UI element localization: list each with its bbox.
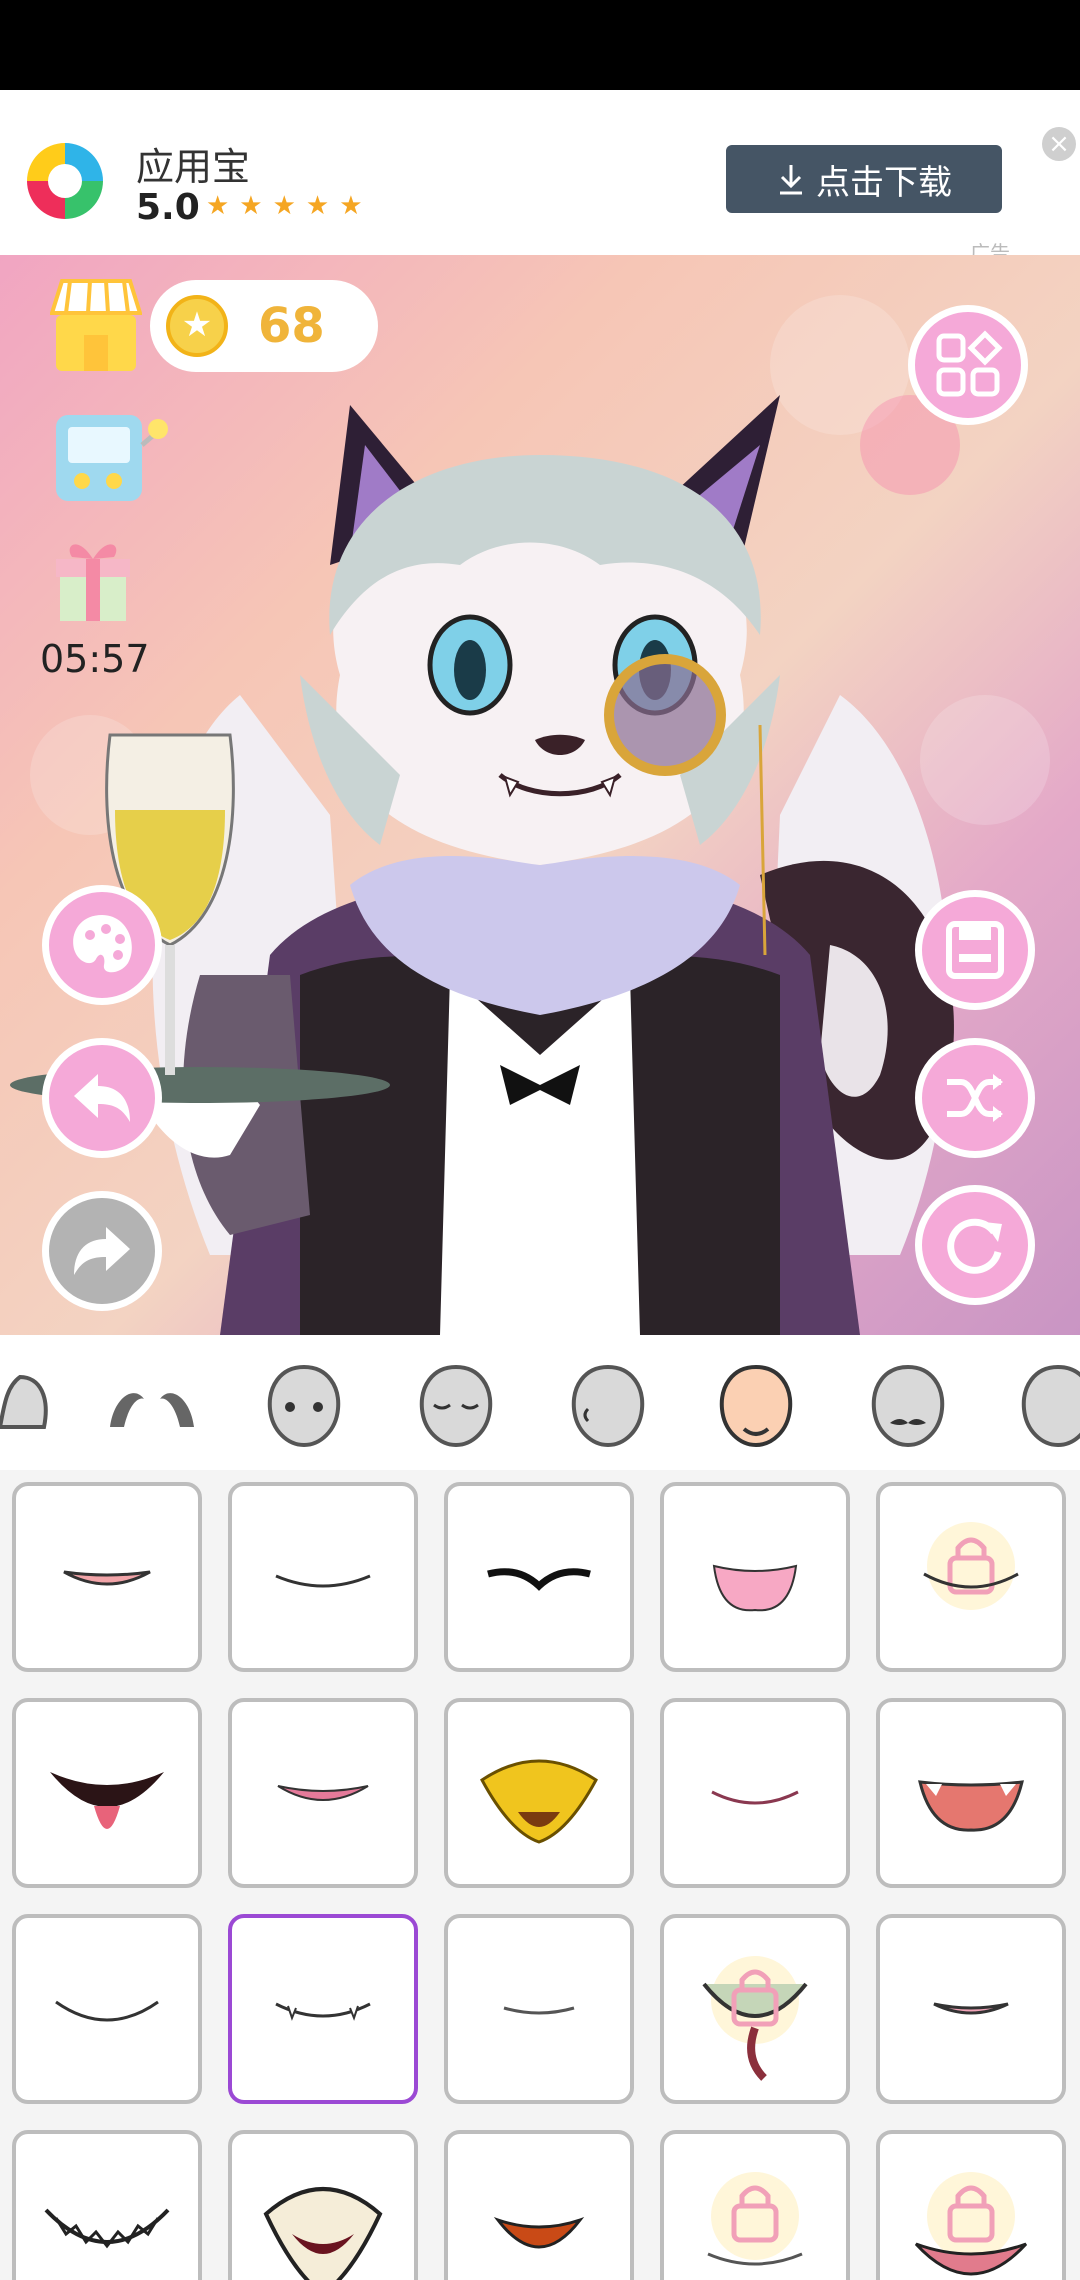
mouth-option-icon: [493, 2216, 585, 2249]
grid-item[interactable]: [228, 2130, 418, 2280]
ad-download-label: 点击下载: [816, 162, 952, 203]
ad-rating: 5.0: [136, 187, 200, 228]
palette-icon[interactable]: [42, 885, 162, 1005]
tab-face[interactable]: [256, 1357, 352, 1453]
reset-glyph: [947, 1218, 1002, 1274]
shop-icon[interactable]: [50, 275, 142, 375]
mouth-option-icon: [44, 2208, 170, 2249]
palette-glyph: [73, 915, 132, 973]
face-skin-category-icon: [719, 1364, 793, 1448]
shuffle-glyph: [947, 1074, 1003, 1122]
mouth-option-icon: [50, 1772, 164, 1829]
grid-item[interactable]: [660, 1698, 850, 1888]
item-grid: [0, 1470, 1080, 2280]
save-glyph: [946, 921, 1004, 979]
undo-glyph: [74, 1074, 130, 1122]
face-category-icon: [267, 1364, 341, 1448]
coin-icon: ★: [166, 295, 228, 357]
tab-eyebrows[interactable]: [104, 1357, 200, 1453]
tab-face-skin[interactable]: [708, 1357, 804, 1453]
redo-glyph: [74, 1227, 130, 1275]
grid-item[interactable]: [876, 1914, 1066, 2104]
ad-download-button[interactable]: 点击下载: [726, 145, 1002, 213]
ad-app-name: 应用宝: [136, 145, 251, 189]
locked-mouth-option-icon: [707, 2172, 803, 2266]
game-machine-icon[interactable]: [52, 405, 168, 505]
mouth-option-icon: [275, 1574, 371, 1588]
mouth-option-icon: [275, 2002, 371, 2021]
screen: 应用宝 5.0 ★★★★★ 点击下载 × 广告 ★ 68 05:57: [0, 0, 1080, 2280]
face-more-category-icon: [1021, 1364, 1080, 1448]
category-tabs: [0, 1335, 1080, 1470]
ad-banner[interactable]: 应用宝 5.0 ★★★★★ 点击下载 × 广告: [0, 90, 1080, 265]
mouth-option-icon: [503, 2006, 575, 2015]
grid-menu-icon[interactable]: [908, 305, 1028, 425]
grid-item[interactable]: [12, 1482, 202, 1672]
grid-item[interactable]: [444, 1698, 634, 1888]
eyebrows-category-icon: [110, 1393, 194, 1427]
ad-stars: ★★★★★: [206, 191, 373, 221]
grid-item[interactable]: [228, 1482, 418, 1672]
coin-balance: ★ 68: [150, 280, 378, 372]
mouth-option-icon: [933, 2002, 1009, 2015]
tab-face-more[interactable]: [1010, 1357, 1080, 1453]
tab-face-closed-eyes[interactable]: [408, 1357, 504, 1453]
app-store-logo-icon: [25, 141, 105, 221]
status-bar: [0, 0, 1080, 90]
grid-menu-glyph: [936, 330, 1003, 397]
grid-item[interactable]: [12, 1914, 202, 2104]
grid-item-locked[interactable]: [660, 1914, 850, 2104]
beak-option-icon: [480, 1759, 598, 1844]
beak-option-icon: [263, 2187, 383, 2280]
shuffle-icon[interactable]: [915, 1038, 1035, 1158]
grid-item[interactable]: [444, 2130, 634, 2280]
face-closed-eyes-category-icon: [419, 1364, 493, 1448]
grid-item[interactable]: [876, 1698, 1066, 1888]
tab-ears[interactable]: [0, 1357, 76, 1453]
tab-face-side[interactable]: [558, 1357, 654, 1453]
mouth-option-icon: [55, 2000, 159, 2022]
reset-icon[interactable]: [915, 1185, 1035, 1305]
mouth-option-icon: [712, 1564, 798, 1612]
timer: 05:57: [40, 637, 150, 681]
grid-item[interactable]: [228, 1698, 418, 1888]
tab-face-mustache[interactable]: [860, 1357, 956, 1453]
download-icon: [780, 165, 802, 195]
gift-icon[interactable]: [52, 533, 134, 623]
grid-item[interactable]: [12, 2130, 202, 2280]
ad-close-icon[interactable]: ×: [1042, 127, 1076, 161]
mouth-option-icon: [63, 1570, 151, 1586]
undo-icon[interactable]: [42, 1038, 162, 1158]
face-mustache-category-icon: [871, 1364, 945, 1448]
save-icon[interactable]: [915, 890, 1035, 1010]
grid-item[interactable]: [444, 1482, 634, 1672]
coin-count: 68: [258, 298, 325, 354]
mouth-option-icon: [711, 1790, 799, 1805]
character-canvas: ★ 68 05:57: [0, 255, 1080, 1335]
redo-icon[interactable]: [42, 1191, 162, 1311]
grid-item-selected[interactable]: [228, 1914, 418, 2104]
face-side-category-icon: [571, 1364, 645, 1448]
locked-mouth-option-icon: [702, 1956, 808, 2081]
grid-item-locked[interactable]: [876, 2130, 1066, 2280]
grid-item[interactable]: [660, 1482, 850, 1672]
locked-mouth-option-icon: [914, 2172, 1028, 2276]
mouth-option-icon: [277, 1785, 369, 1801]
grid-item-locked[interactable]: [660, 2130, 850, 2280]
locked-mouth-option-icon: [923, 1522, 1019, 1610]
mouth-option-icon: [487, 1568, 591, 1591]
grid-item[interactable]: [12, 1698, 202, 1888]
grid-item-locked[interactable]: [876, 1482, 1066, 1672]
mouth-option-icon: [918, 1780, 1024, 1832]
grid-item[interactable]: [444, 1914, 634, 2104]
ears-category-icon: [0, 1374, 48, 1429]
